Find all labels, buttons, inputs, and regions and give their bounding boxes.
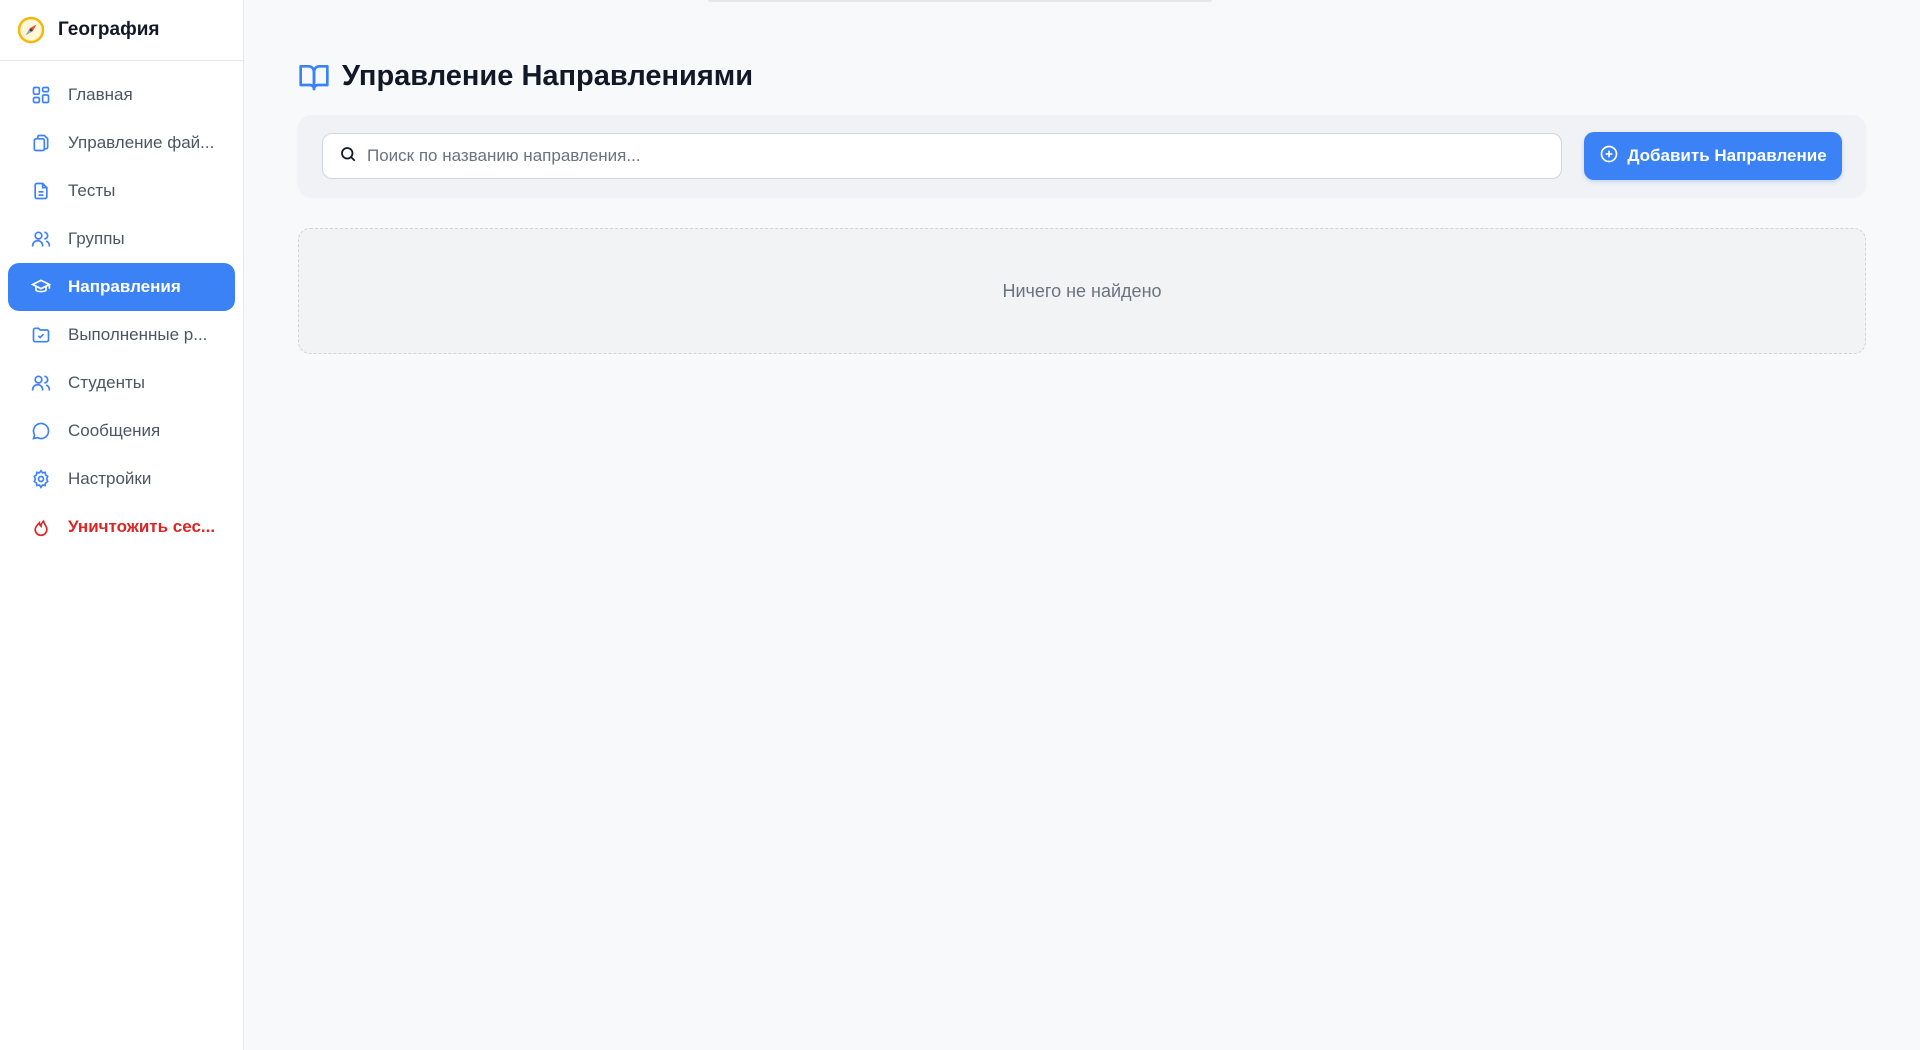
book-open-icon	[298, 61, 330, 93]
page-header: Управление Направлениями	[298, 60, 753, 93]
sidebar-item-home[interactable]: Главная	[8, 71, 235, 119]
search-icon	[339, 145, 357, 168]
sidebar-item-label: Студенты	[68, 373, 145, 392]
sidebar-item-file-management[interactable]: Управление фай...	[8, 119, 235, 167]
sidebar-nav: Главная Управление фай... Тесты Группы Н…	[0, 61, 243, 551]
flame-icon	[30, 516, 52, 538]
page-title: Управление Направлениями	[342, 60, 754, 92]
compass-icon	[16, 15, 46, 45]
add-direction-button[interactable]: Добавить Направление	[1584, 132, 1842, 180]
sidebar-item-label: Направления	[68, 277, 181, 296]
plus-circle-icon	[1599, 144, 1619, 169]
empty-state-text: Ничего не найдено	[1002, 280, 1162, 301]
users-icon	[30, 228, 52, 250]
sidebar-item-label: Управление фай...	[68, 133, 215, 152]
sidebar-item-label: Главная	[68, 85, 133, 104]
sidebar-item-settings[interactable]: Настройки	[8, 455, 235, 503]
sidebar-item-messages[interactable]: Сообщения	[8, 407, 235, 455]
sidebar-item-students[interactable]: Студенты	[8, 359, 235, 407]
add-direction-label: Добавить Направление	[1627, 146, 1827, 165]
sidebar-item-groups[interactable]: Группы	[8, 215, 235, 263]
message-icon	[30, 420, 52, 442]
sidebar-item-label: Тесты	[68, 181, 116, 200]
files-icon	[30, 132, 52, 154]
sidebar-item-completed-works[interactable]: Выполненные р...	[8, 311, 235, 359]
sidebar-item-tests[interactable]: Тесты	[8, 167, 235, 215]
document-icon	[30, 180, 52, 202]
empty-state: Ничего не найдено	[298, 228, 1866, 354]
sidebar-item-label: Выполненные р...	[68, 325, 208, 344]
sidebar-item-label: Настройки	[68, 469, 152, 488]
sidebar-item-label: Сообщения	[68, 421, 161, 440]
dashboard-icon	[30, 84, 52, 106]
toolbar: Добавить Направление	[298, 115, 1866, 197]
top-indicator-bar	[708, 0, 1212, 2]
users-icon	[30, 372, 52, 394]
sidebar-brand[interactable]: География	[0, 0, 243, 61]
search-input[interactable]	[367, 146, 1517, 166]
sidebar-item-label: Группы	[68, 229, 125, 248]
search-box[interactable]	[322, 133, 1562, 179]
folder-check-icon	[30, 324, 52, 346]
sidebar-item-label: Уничтожить сес...	[68, 517, 216, 536]
sidebar-item-directions[interactable]: Направления	[8, 263, 235, 311]
gear-icon	[30, 468, 52, 490]
sidebar-item-destroy-session[interactable]: Уничтожить сес...	[8, 503, 235, 551]
app-title: География	[58, 19, 160, 40]
sidebar: География Главная Управление фай... Тест…	[0, 0, 244, 1050]
graduation-cap-icon	[30, 276, 52, 298]
